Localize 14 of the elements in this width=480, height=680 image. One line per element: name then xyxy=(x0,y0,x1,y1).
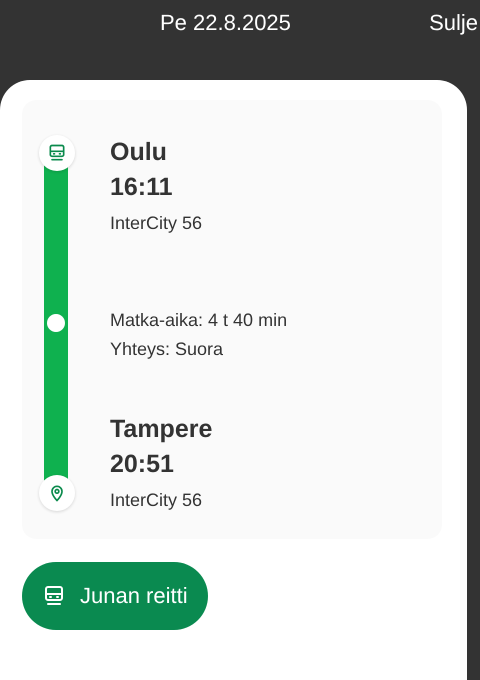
station-name: Tampere xyxy=(110,414,214,445)
train-route-button[interactable]: Junan reitti xyxy=(22,562,208,630)
train-icon xyxy=(42,584,66,608)
close-link[interactable]: Sulje xyxy=(429,10,478,36)
date-title: Pe 22.8.2025 xyxy=(160,10,291,36)
train-time: 16:11 xyxy=(110,172,174,203)
train-name: InterCity 56 xyxy=(110,490,204,511)
connection-info: Yhteys: Suora xyxy=(110,339,224,360)
train-icon xyxy=(47,143,67,163)
train-time: 20:51 xyxy=(110,449,175,480)
travel-time: Matka-aika: 4 t 40 min xyxy=(110,310,288,331)
station-name: Oulu xyxy=(110,137,168,168)
stop-dot xyxy=(47,314,65,332)
train-name: InterCity 56 xyxy=(110,213,204,234)
